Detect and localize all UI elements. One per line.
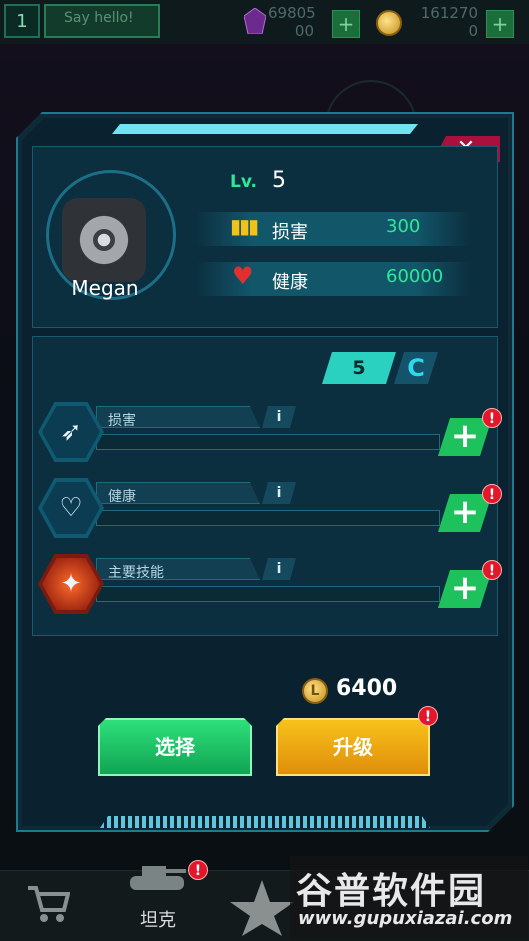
skill-progress-bar — [96, 586, 440, 602]
coin-icon — [376, 10, 402, 36]
tank-icon[interactable] — [126, 858, 188, 898]
fire-skill-icon: ✦ — [42, 558, 100, 610]
dialog-top-glow — [112, 124, 418, 134]
say-hello-button[interactable]: Say hello! — [44, 4, 160, 38]
damage-attr-label: 损害 — [108, 413, 136, 429]
damage-stat-value: 300 — [386, 216, 421, 237]
health-info-button[interactable]: i — [262, 482, 296, 504]
health-progress-bar — [96, 510, 440, 526]
bullets-icon: ▮▮▮ — [230, 214, 259, 238]
level-value: 5 — [272, 168, 286, 193]
cost-coin-icon: L — [302, 678, 328, 704]
tank-alert-badge: ! — [188, 860, 208, 880]
heart-icon: ♥ — [232, 262, 254, 290]
health-attr-label: 健康 — [108, 489, 136, 505]
hero-name: Megan — [71, 276, 139, 300]
add-gems-button[interactable]: + — [332, 10, 360, 38]
player-level-box[interactable]: 1 — [4, 4, 40, 38]
health-stat-label: 健康 — [272, 272, 308, 293]
shop-cart-icon[interactable] — [26, 884, 70, 924]
hero-avatar — [62, 198, 146, 282]
watermark-title: 谷普软件园 — [296, 871, 487, 912]
damage-alert-badge: ! — [482, 408, 502, 428]
damage-info-button[interactable]: i — [262, 406, 296, 428]
damage-stat-label: 损害 — [272, 222, 308, 243]
add-coins-button[interactable]: + — [486, 10, 514, 38]
upgrade-alert-badge: ! — [418, 706, 438, 726]
coin-count: 161270 0 — [420, 4, 478, 40]
heart-outline-icon: ♡ — [42, 482, 100, 534]
watermark-url: www.gupuxiazai.com — [298, 908, 513, 929]
rocket-icon: ➶ — [42, 406, 100, 458]
skill-alert-badge: ! — [482, 560, 502, 580]
skill-attr-label: 主要技能 — [108, 565, 164, 581]
skill-info-button[interactable]: i — [262, 558, 296, 580]
gem-icon — [244, 8, 266, 34]
select-button[interactable]: 选择 — [98, 718, 252, 776]
star-rank-icon[interactable] — [224, 876, 300, 936]
upgrade-cost: 6400 — [336, 676, 398, 701]
health-stat-value: 60000 — [386, 266, 444, 287]
dialog-bottom-strip — [100, 816, 430, 828]
damage-progress-bar — [96, 434, 440, 450]
upgrade-button[interactable]: 升级 — [276, 718, 430, 776]
gem-count: 69805 00 — [268, 4, 316, 40]
health-alert-badge: ! — [482, 484, 502, 504]
level-label: Lv. — [230, 172, 257, 192]
tank-tab-label[interactable]: 坦克 — [140, 906, 176, 932]
refresh-count: 5 — [322, 352, 396, 384]
